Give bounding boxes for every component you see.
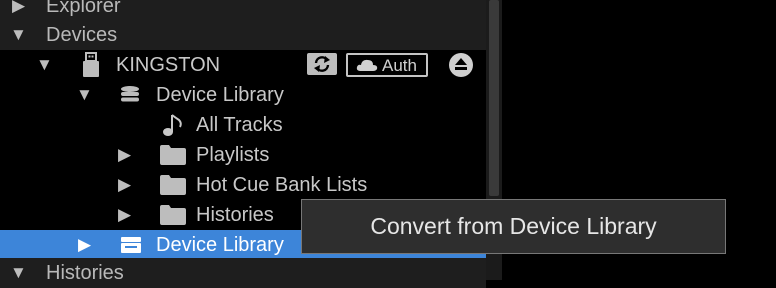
tree-item-label: Hot Cue Bank Lists (196, 174, 368, 196)
tree-item-label: Histories (196, 204, 274, 226)
auth-button[interactable]: Auth (346, 53, 428, 77)
tree-item-label: Playlists (196, 144, 270, 166)
tree-item-label: Devices (46, 24, 118, 46)
folder-icon (160, 205, 186, 225)
chevron-right-icon[interactable]: ▶ (12, 0, 25, 21)
tree-item-device-library[interactable]: ▼ Device Library (0, 80, 486, 110)
chevron-down-icon[interactable]: ▼ (10, 20, 27, 50)
tree-item-histories[interactable]: ▼ Histories (0, 258, 486, 288)
database-icon (121, 86, 139, 102)
tree-item-label: Explorer (46, 0, 121, 17)
context-menu: Convert from Device Library (301, 199, 726, 254)
folder-icon (160, 145, 186, 165)
menu-item-convert-from-device-library[interactable]: Convert from Device Library (302, 200, 725, 253)
auth-label: Auth (382, 56, 417, 75)
tree-item-playlists[interactable]: ▶ Playlists (0, 140, 486, 170)
eject-button[interactable] (449, 53, 473, 77)
tree-item-label: Histories (46, 262, 124, 284)
tree-item-label: Device Library (156, 234, 284, 256)
usb-drive-icon (83, 52, 99, 77)
sync-icon (314, 56, 330, 72)
tree-item-label: Device Library (156, 84, 284, 106)
eject-icon (449, 53, 473, 77)
chevron-right-icon[interactable]: ▶ (118, 140, 131, 170)
chevron-right-icon[interactable]: ▶ (118, 200, 131, 230)
sync-button[interactable] (307, 53, 337, 75)
music-note-icon (163, 114, 182, 136)
library-icon (121, 237, 141, 253)
tree-item-all-tracks[interactable]: All Tracks (0, 110, 486, 140)
folder-icon (160, 175, 186, 195)
cloud-icon (356, 59, 378, 71)
chevron-right-icon[interactable]: ▶ (118, 170, 131, 200)
chevron-right-icon[interactable]: ▶ (78, 230, 91, 260)
tree-item-hot-cue-bank-lists[interactable]: ▶ Hot Cue Bank Lists (0, 170, 486, 200)
tree-item-explorer[interactable]: ▶ Explorer (0, 0, 486, 21)
chevron-down-icon[interactable]: ▼ (10, 258, 27, 288)
tree-item-devices[interactable]: ▼ Devices (0, 20, 486, 50)
chevron-down-icon[interactable]: ▼ (76, 80, 93, 110)
tree-item-label: All Tracks (196, 114, 283, 136)
tree-item-label: KINGSTON (116, 54, 221, 76)
chevron-down-icon[interactable]: ▼ (36, 50, 53, 80)
scrollbar-thumb[interactable] (489, 0, 499, 196)
